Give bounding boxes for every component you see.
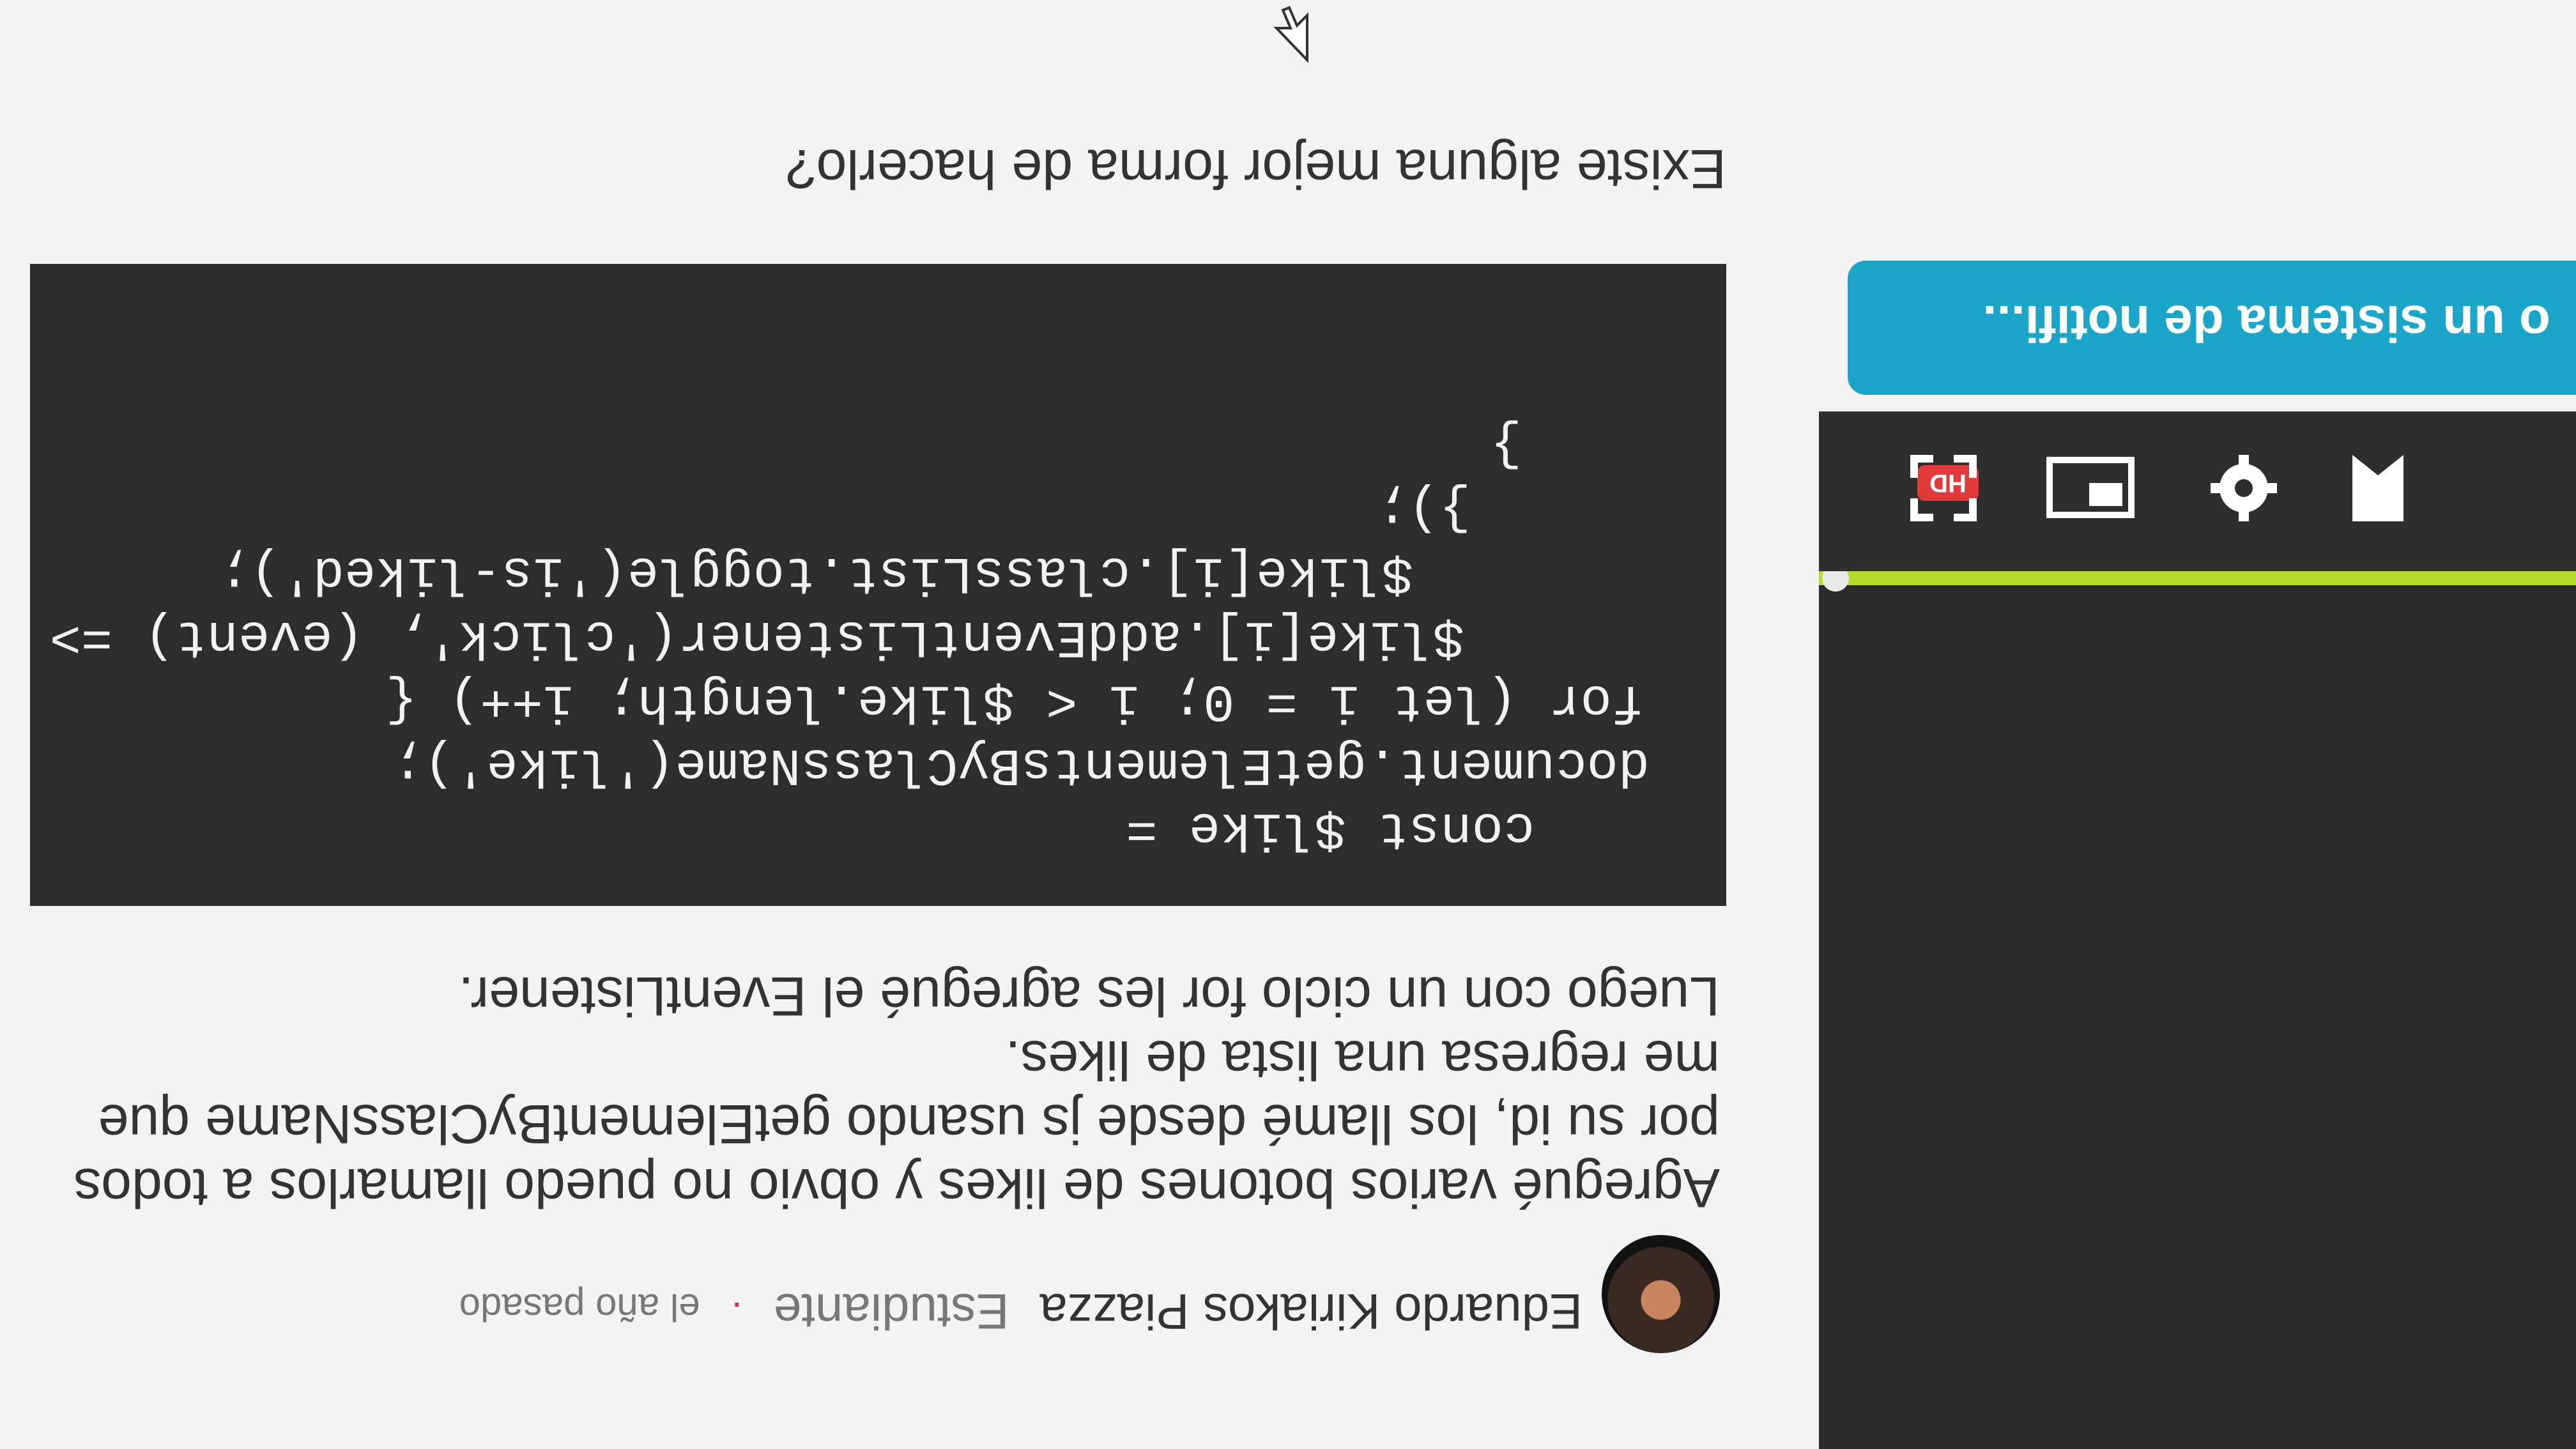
comment-text-line: por su id, los llamé desde js usando get… xyxy=(98,1093,1720,1154)
next-video-chip[interactable]: o un sistema de notifi... xyxy=(1848,261,2576,395)
code-line: const $like = xyxy=(1126,799,1535,858)
bookmark-icon[interactable] xyxy=(2340,450,2416,526)
code-line: for (let i = 0; i < $like.length; i++) { xyxy=(385,671,1643,730)
comment-question: Existe alguna mejor forma de hacerlo? xyxy=(785,138,1726,199)
avatar[interactable] xyxy=(1602,1235,1720,1353)
comment-text-line: Agregué varios botones de likes y obvio … xyxy=(73,1157,1720,1218)
mouse-cursor-icon xyxy=(1273,5,1311,63)
comment-text-line: me regresa una lista de likes. xyxy=(1005,1029,1720,1091)
code-line: } xyxy=(1490,415,1522,475)
comment-time: el año pasado xyxy=(459,1286,700,1329)
video-progress-bar[interactable] xyxy=(1819,571,2576,585)
picture-in-picture-icon[interactable] xyxy=(2046,450,2135,526)
screen: HD o un sistema de notifi... Eduardo Kir… xyxy=(0,0,2576,1449)
code-block: const $like = document.getElementsByClas… xyxy=(0,264,1726,906)
code-line: document.getElementsByClassName('like'); xyxy=(392,735,1650,794)
code-line: $like[i].addEventListener('click', (even… xyxy=(0,607,1464,666)
author-name[interactable]: Eduardo Kiriakos Piazza xyxy=(1039,1284,1583,1340)
player-controls-bar: HD xyxy=(1819,411,2576,571)
code-line: $like[i].classList.toggle('is-liked'); xyxy=(218,543,1413,602)
fullscreen-icon[interactable] xyxy=(1905,450,1982,526)
separator-dot: · xyxy=(730,1286,744,1329)
next-video-title: o un sistema de notifi... xyxy=(1982,295,2550,352)
code-line: }); xyxy=(1376,479,1471,539)
comment-text-line: Luego con un ciclo for les agregué el Ev… xyxy=(458,965,1720,1027)
comment-header: Eduardo Kiriakos Piazza Estudiante · el … xyxy=(459,1282,1583,1340)
settings-gear-icon[interactable]: HD xyxy=(1917,450,2282,526)
author-role: Estudiante xyxy=(773,1284,1009,1340)
